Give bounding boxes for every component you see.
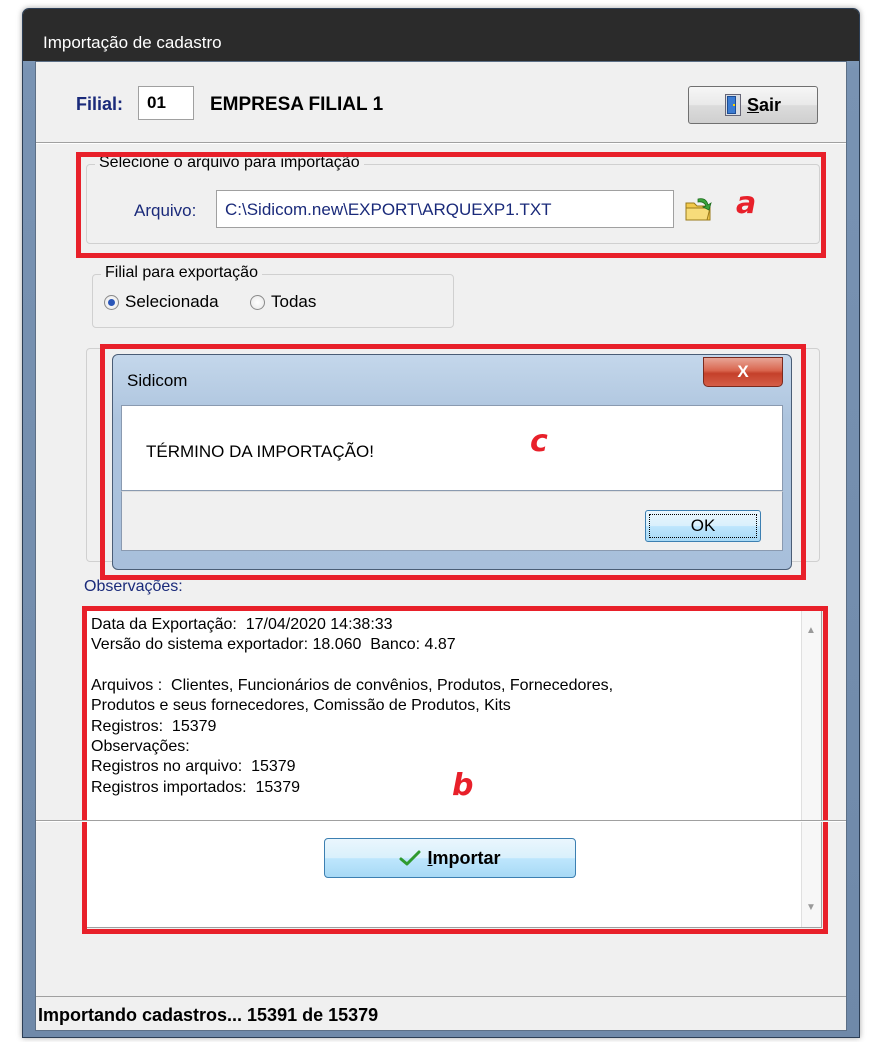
annotation-a: a	[736, 186, 757, 221]
header-divider	[36, 142, 846, 144]
filial-label: Filial:	[76, 94, 124, 114]
radio-todas-label: Todas	[271, 292, 317, 311]
radio-selecionada-label: Selecionada	[125, 292, 219, 311]
window-title-bar[interactable]: Importação de cadastro	[23, 9, 859, 61]
status-bar: Importando cadastros... 15391 de 15379	[36, 996, 846, 1030]
door-exit-icon	[724, 94, 741, 116]
window-client-area: Filial: 01 EMPRESA FILIAL 1 Sair Selecio…	[35, 61, 847, 1031]
importar-button-label: Importar	[427, 847, 501, 868]
empresa-name: EMPRESA FILIAL 1	[210, 94, 384, 115]
sair-button[interactable]: Sair	[688, 86, 818, 124]
import-window: Importação de cadastro Filial: 01 EMPRES…	[22, 8, 860, 1038]
annotation-b: b	[452, 768, 474, 803]
radio-todas-circle[interactable]	[250, 294, 265, 310]
footer-divider	[36, 820, 846, 822]
radio-todas[interactable]: Todas	[250, 292, 316, 312]
checkmark-icon	[399, 850, 421, 866]
annotation-box-a	[76, 152, 826, 258]
window-title: Importação de cadastro	[43, 33, 222, 52]
annotation-box-c	[100, 344, 806, 580]
radio-selecionada[interactable]: Selecionada	[104, 292, 219, 312]
observacoes-label: Observações:	[84, 578, 183, 595]
annotation-c: c	[530, 424, 548, 459]
filial-code-field[interactable]: 01	[138, 86, 194, 120]
importar-button[interactable]: Importar	[324, 838, 576, 878]
radio-selecionada-circle[interactable]	[104, 294, 119, 310]
export-group-title: Filial para exportação	[101, 264, 262, 282]
sair-button-label: Sair	[746, 94, 782, 115]
